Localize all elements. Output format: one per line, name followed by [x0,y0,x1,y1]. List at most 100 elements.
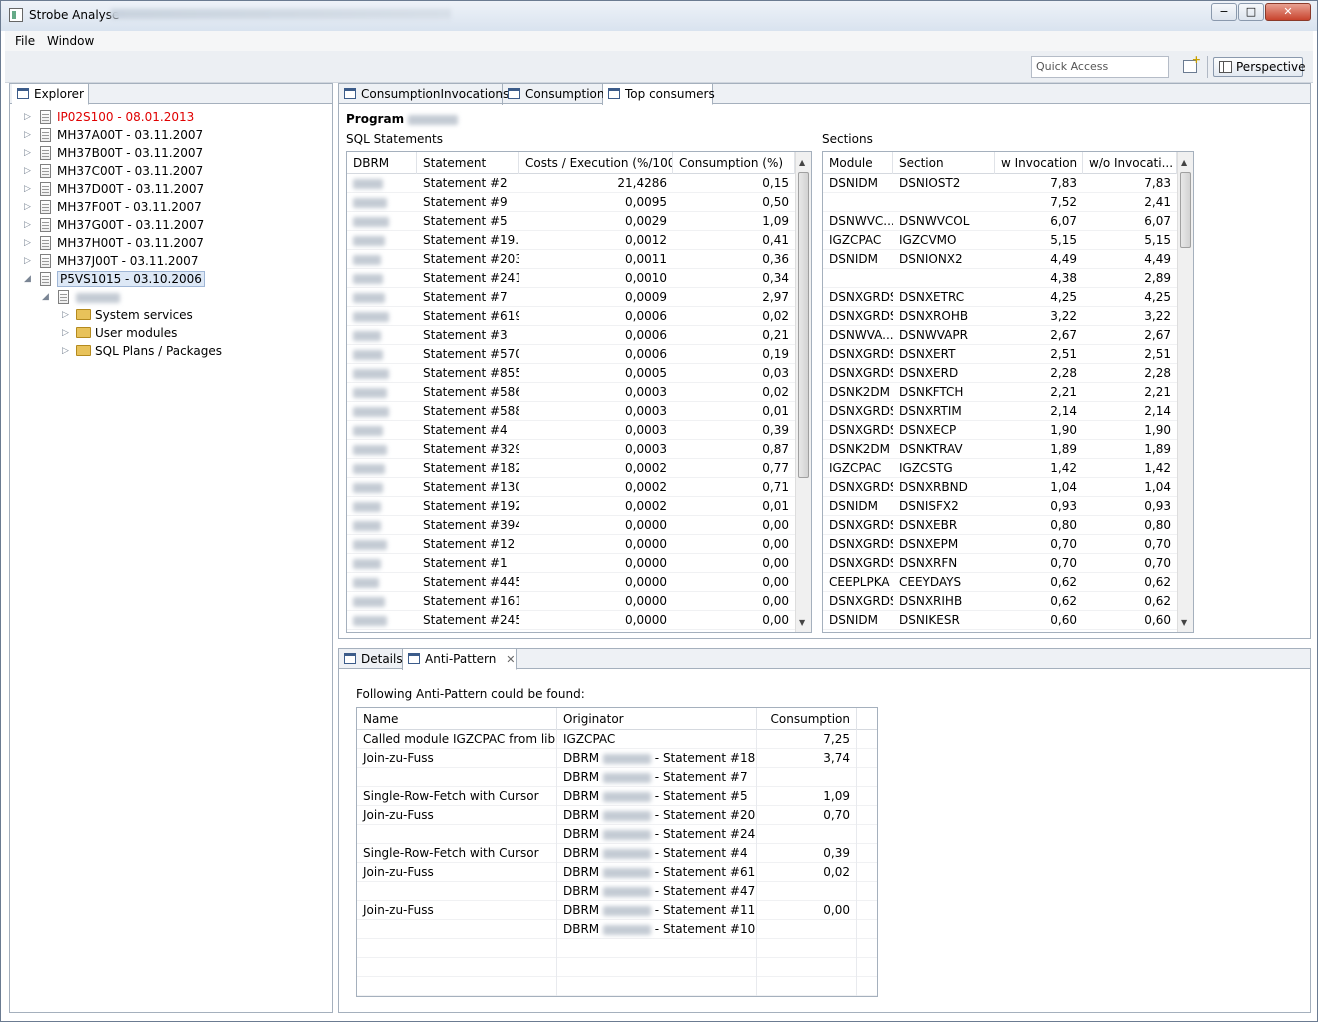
table-row[interactable]: Statement #130 0,0002 0,71 [347,478,795,497]
table-row[interactable]: Join-zu-Fuss DBRM - Statement #619 0,02 [357,863,877,882]
table-row[interactable]: DSNXGRDS DSNXRTIM 2,14 2,14 [823,402,1177,421]
tab-anti-pattern[interactable]: Anti-Pattern ✕ [403,649,517,670]
collapsed-chevron-icon[interactable]: ▷ [24,185,32,194]
tab-details[interactable]: Details [339,649,403,670]
table-row[interactable]: DSNXGRDS DSNXEPM 0,70 0,70 [823,535,1177,554]
table-row[interactable]: Single-Row-Fetch with Cursor DBRM - State… [357,844,877,863]
tree-item[interactable]: ▷ MH37J00T - 03.11.2007 [10,252,330,270]
table-row[interactable]: Statement #245 0,0000 0,00 [347,611,795,630]
table-row[interactable]: DSNIDM DSNIKESR 0,60 0,60 [823,611,1177,630]
table-row[interactable]: Join-zu-Fuss DBRM - Statement #11 0,00 [357,901,877,920]
scroll-down-icon[interactable]: ▼ [1181,618,1187,627]
collapsed-chevron-icon[interactable]: ▷ [62,347,70,356]
collapsed-chevron-icon[interactable]: ▷ [62,311,70,320]
tab-top-consumers[interactable]: Top consumers [603,84,715,105]
table-row[interactable]: Statement #241 0,0010 0,34 [347,269,795,288]
tree-folder[interactable]: ▷ SQL Plans / Packages [10,342,330,360]
table-row[interactable]: Statement #4 0,0003 0,39 [347,421,795,440]
sections-table-scrollbar[interactable]: ▲ ▼ [1177,152,1193,632]
col-section[interactable]: Section [893,152,995,174]
table-row[interactable]: CEEPLPKA CEEYDAYS 0,62 0,62 [823,573,1177,592]
tree-item[interactable]: ▷ MH37F00T - 03.11.2007 [10,198,330,216]
table-row[interactable]: DBRM - Statement #10 [357,920,877,939]
tab-explorer[interactable]: Explorer [12,84,89,105]
tree-item-program[interactable]: ◢ [10,288,330,306]
minimize-button[interactable]: − [1211,3,1237,21]
col-name[interactable]: Name [357,708,557,730]
collapsed-chevron-icon[interactable]: ▷ [24,149,32,158]
col-statement[interactable]: Statement [417,152,519,174]
scroll-up-icon[interactable]: ▲ [799,158,805,167]
table-row[interactable]: DSNXGRDS DSNXRBND 1,04 1,04 [823,478,1177,497]
tree-item[interactable]: ◢ P5VS1015 - 03.10.2006 [10,270,330,288]
sections-scroll-thumb[interactable] [1180,172,1191,248]
table-row[interactable]: IGZCPAC IGZCVMO 5,15 5,15 [823,231,1177,250]
tree-item[interactable]: ▷ MH37D00T - 03.11.2007 [10,180,330,198]
col-consumption[interactable]: Consumption (%) [673,152,795,174]
collapsed-chevron-icon[interactable]: ▷ [24,257,32,266]
menu-window[interactable]: Window [47,34,94,48]
tab-consumption-invocations[interactable]: ConsumptionInvocations [339,84,509,105]
expanded-chevron-icon[interactable]: ◢ [42,293,50,302]
collapsed-chevron-icon[interactable]: ▷ [24,221,32,230]
table-row[interactable]: Join-zu-Fuss DBRM - Statement #203 0,70 [357,806,877,825]
col-originator[interactable]: Originator [557,708,757,730]
table-row[interactable]: DSNXGRDS DSNXROHB 3,22 3,22 [823,307,1177,326]
table-row[interactable]: Statement #12 0,0000 0,00 [347,535,795,554]
table-row[interactable]: Single-Row-Fetch with Cursor DBRM - State… [357,787,877,806]
tab-consumption[interactable]: Consumption [503,84,604,105]
perspective-button[interactable]: Perspective [1213,57,1306,77]
table-row[interactable]: DSNK2DM DSNKTRAV 1,89 1,89 [823,440,1177,459]
table-row[interactable]: DSNXGRDS DSNXEBR 0,80 0,80 [823,516,1177,535]
table-row[interactable]: Called module IGZCPAC from libr... IGZCPA… [357,730,877,749]
sql-scroll-thumb[interactable] [798,172,809,478]
scroll-up-icon[interactable]: ▲ [1181,158,1187,167]
title-bar[interactable]: Strobe Analyse − □ ✕ [1,1,1317,31]
col-module[interactable]: Module [823,152,893,174]
tree-folder[interactable]: ▷ System services [10,306,330,324]
table-row[interactable]: Statement #2 21,4286 0,15 [347,174,795,193]
collapsed-chevron-icon[interactable]: ▷ [62,329,70,338]
table-row[interactable]: DBRM - Statement #476 [357,882,877,901]
quick-access-input[interactable]: Quick Access [1031,56,1169,78]
table-row[interactable]: DSNWVA... DSNWVAPR 2,67 2,67 [823,326,1177,345]
collapsed-chevron-icon[interactable]: ▷ [24,113,32,122]
table-row[interactable]: Statement #192 0,0002 0,01 [347,497,795,516]
tree-folder[interactable]: ▷ User modules [10,324,330,342]
collapsed-chevron-icon[interactable]: ▷ [24,167,32,176]
table-row[interactable]: DSNIDM DSNIOST2 7,83 7,83 [823,174,1177,193]
col-ap-consumption[interactable]: Consumption [757,708,857,730]
table-row[interactable]: Statement #394 0,0000 0,00 [347,516,795,535]
table-row[interactable]: DBRM - Statement #7 [357,768,877,787]
table-row[interactable]: DSNXGRDS DSNXERT 2,51 2,51 [823,345,1177,364]
expanded-chevron-icon[interactable]: ◢ [24,275,32,284]
table-row[interactable] [357,977,877,996]
sql-table-scrollbar[interactable]: ▲ ▼ [795,152,811,632]
table-row[interactable]: Statement #1 0,0000 0,00 [347,554,795,573]
table-row[interactable]: DSNXGRDS DSNXECP 1,90 1,90 [823,421,1177,440]
table-row[interactable]: Statement #7 0,0009 2,97 [347,288,795,307]
tree-item[interactable]: ▷ MH37A00T - 03.11.2007 [10,126,330,144]
table-row[interactable]: Statement #445 0,0000 0,00 [347,573,795,592]
table-row[interactable]: Statement #619 0,0006 0,02 [347,307,795,326]
table-row[interactable]: DSNIDM DSNIONX2 4,49 4,49 [823,250,1177,269]
table-row[interactable]: Join-zu-Fuss DBRM - Statement #182 3,74 [357,749,877,768]
table-row[interactable]: DSNWVC... DSNWVCOL 6,07 6,07 [823,212,1177,231]
open-perspective-icon[interactable] [1183,53,1201,73]
table-row[interactable]: DSNXGRDS DSNXRFN 0,70 0,70 [823,554,1177,573]
table-row[interactable] [357,939,877,958]
tree-item[interactable]: ▷ MH37B00T - 03.11.2007 [10,144,330,162]
tree-item[interactable]: ▷ MH37C00T - 03.11.2007 [10,162,330,180]
collapsed-chevron-icon[interactable]: ▷ [24,239,32,248]
col-w-invocation[interactable]: w Invocation [995,152,1083,174]
table-row[interactable]: DSNXGRDS DSNXETRC 4,25 4,25 [823,288,1177,307]
collapsed-chevron-icon[interactable]: ▷ [24,203,32,212]
table-row[interactable]: Statement #182 0,0002 0,77 [347,459,795,478]
table-row[interactable]: DSNIDM DSNISFX2 0,93 0,93 [823,497,1177,516]
table-row[interactable]: Statement #161 0,0000 0,00 [347,592,795,611]
collapsed-chevron-icon[interactable]: ▷ [24,131,32,140]
table-row[interactable]: Statement #203 0,0011 0,36 [347,250,795,269]
col-wo-invocation[interactable]: w/o Invocati... [1083,152,1177,174]
table-row[interactable]: 4,38 2,89 [823,269,1177,288]
table-row[interactable]: Statement #586 0,0003 0,02 [347,383,795,402]
